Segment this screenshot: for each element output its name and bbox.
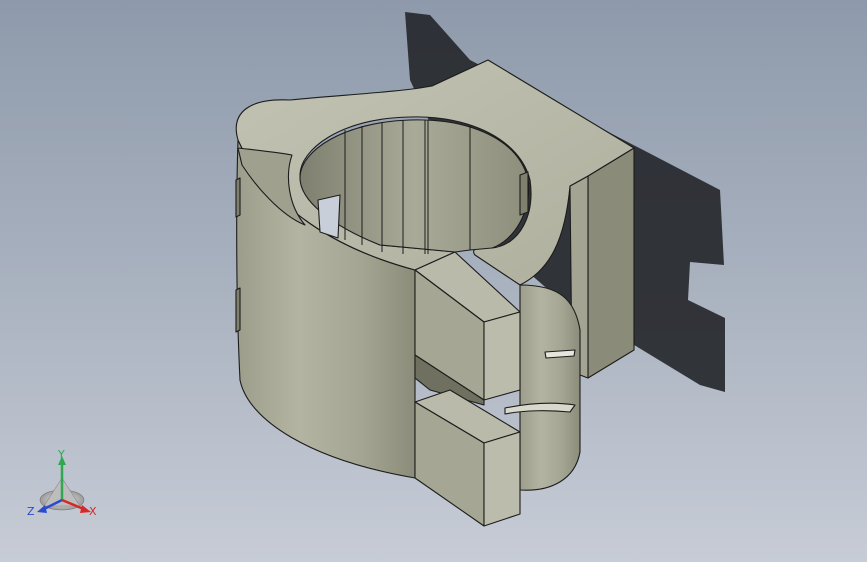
3d-viewport[interactable]: Y X Z (0, 0, 867, 562)
left-edge-slot-2 (235, 287, 241, 333)
bore-window (317, 194, 341, 239)
x-axis-label: X (89, 505, 97, 518)
rear-block-side (587, 147, 635, 379)
upper-tab-end (483, 311, 521, 401)
bore-notch (519, 171, 529, 216)
lower-tab-end (483, 431, 521, 527)
z-axis-label: Z (27, 505, 35, 518)
lower-right-body (519, 284, 581, 491)
left-edge-slot-1 (235, 177, 241, 218)
model-canvas[interactable]: Y X Z (0, 0, 867, 562)
pipe-clamp-model[interactable] (235, 59, 635, 527)
slot-gap-light-2 (544, 349, 576, 359)
y-axis-label: Y (57, 448, 65, 461)
orientation-triad[interactable]: Y X Z (27, 448, 97, 518)
